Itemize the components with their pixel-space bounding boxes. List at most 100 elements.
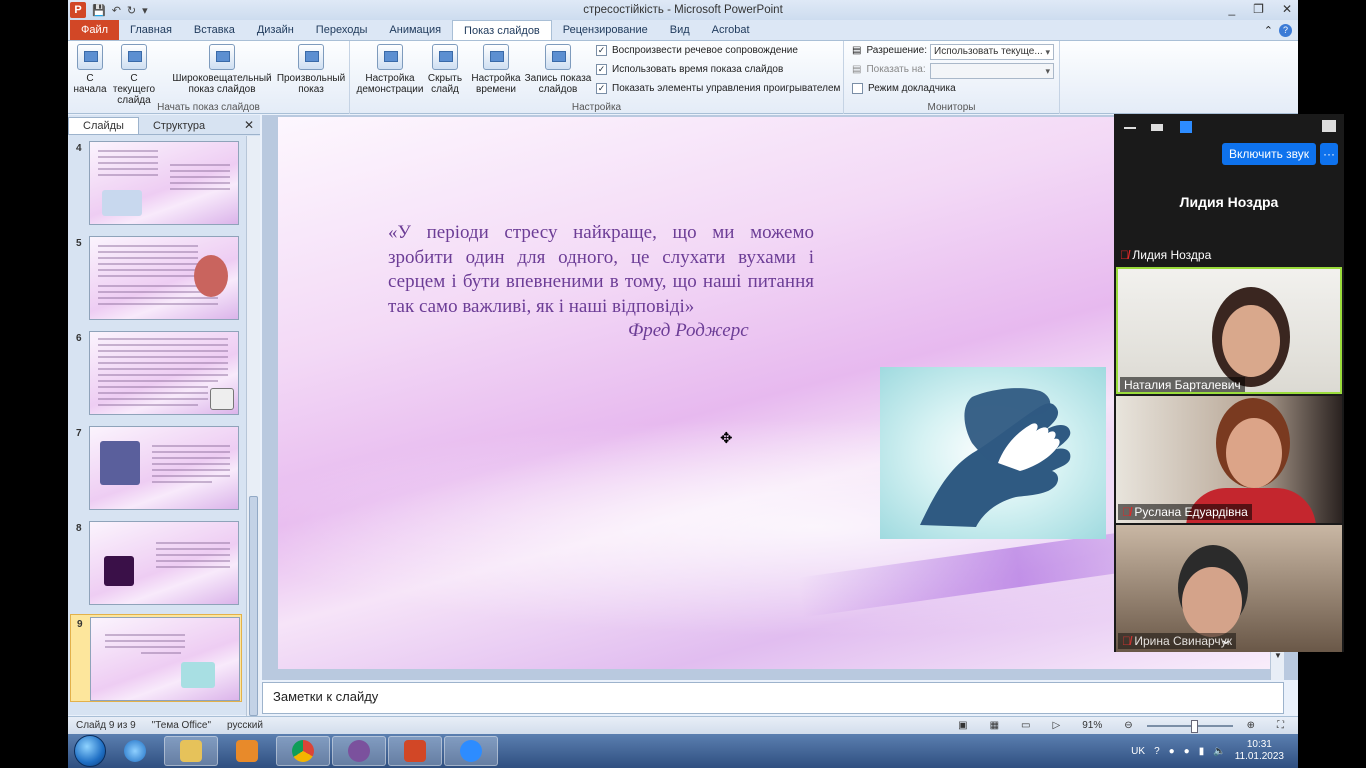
hide-slide-button[interactable]: Скрыть слайд <box>424 44 466 95</box>
minimize-button[interactable]: _ <box>1228 2 1235 16</box>
custom-show-button[interactable]: Произвольный показ <box>276 44 346 95</box>
taskbar-zoom[interactable] <box>444 736 498 766</box>
slide-counter: Слайд 9 из 9 <box>76 720 136 731</box>
scroll-down-icon[interactable]: ▼ <box>1274 651 1282 660</box>
powerpoint-logo-icon[interactable]: P <box>70 2 86 18</box>
quote-author[interactable]: Фред Роджерс <box>628 320 749 342</box>
minimize-icon[interactable] <box>1124 127 1136 129</box>
help-icon[interactable]: ? <box>1279 23 1292 37</box>
show-on-select[interactable] <box>930 63 1054 79</box>
thumbnail-image <box>89 141 239 225</box>
undo-icon[interactable]: ↶ <box>112 4 121 17</box>
slide-sorter-icon[interactable]: ▦ <box>982 720 1007 731</box>
maximize-button[interactable]: ❐ <box>1253 2 1264 16</box>
tab-file[interactable]: Файл <box>70 20 120 40</box>
group-start-show: С начала С текущего слайда Широковещател… <box>68 41 350 114</box>
zoom-slider[interactable] <box>1146 719 1233 733</box>
slides-pane: Слайды Структура ✕ 4 5 6 7 8 9 <box>68 115 260 716</box>
rehearse-timings-button[interactable]: Настройка времени <box>468 44 524 95</box>
reading-view-icon[interactable]: ▭ <box>1013 720 1038 731</box>
taskbar-powerpoint[interactable] <box>388 736 442 766</box>
theme-name[interactable]: "Тема Office" <box>144 720 219 731</box>
collapse-ribbon-icon[interactable]: ⌃ <box>1264 24 1273 37</box>
record-show-button[interactable]: Запись показа слайдов <box>524 44 592 95</box>
start-button[interactable] <box>74 735 106 767</box>
zoom-in-icon[interactable]: ⊕ <box>1239 720 1263 731</box>
pane-tabs: Слайды Структура ✕ <box>68 115 260 135</box>
video-tile-ruslana[interactable]: 🎙̸ Руслана Едуардівна <box>1116 396 1342 523</box>
chrome-icon <box>292 740 314 762</box>
unmute-audio-button[interactable]: Включить звук <box>1222 143 1316 165</box>
slide-thumbnail-4[interactable]: 4 <box>70 139 242 227</box>
volume-icon[interactable]: 🔈 <box>1213 746 1225 757</box>
customize-qat-icon[interactable]: ▾ <box>142 4 148 17</box>
tab-view[interactable]: Вид <box>659 20 701 40</box>
close-button[interactable]: ✕ <box>1282 2 1292 16</box>
layout-icon[interactable] <box>1180 121 1192 133</box>
tab-acrobat[interactable]: Acrobat <box>701 20 761 40</box>
slide-thumbnail-6[interactable]: 6 <box>70 329 242 417</box>
notes-pane[interactable]: Заметки к слайду <box>262 682 1284 714</box>
zoom-tray-icon[interactable]: ● <box>1184 746 1190 757</box>
tab-slides[interactable]: Слайды <box>68 117 139 134</box>
taskbar-chrome[interactable] <box>276 736 330 766</box>
media-controls-checkbox[interactable]: ✓ Показать элементы управления проигрыва… <box>596 83 840 94</box>
thumbnail-image <box>89 426 239 510</box>
helping-hands-image[interactable] <box>880 367 1106 539</box>
close-pane-icon[interactable]: ✕ <box>244 118 254 132</box>
broadcast-button[interactable]: Широковещательный показ слайдов <box>170 44 274 95</box>
tab-slideshow[interactable]: Показ слайдов <box>452 20 552 40</box>
scrollbar-thumb[interactable] <box>249 496 258 716</box>
network-icon[interactable]: ▮ <box>1199 746 1205 757</box>
slide-thumbnail-8[interactable]: 8 <box>70 519 242 607</box>
resolution-select[interactable]: Использовать текуще... <box>930 44 1054 60</box>
setup-show-button[interactable]: Настройка демонстрации <box>354 44 426 95</box>
taskbar-internet-explorer[interactable] <box>108 736 162 766</box>
slide-thumbnail-7[interactable]: 7 <box>70 424 242 512</box>
internet-explorer-icon <box>124 740 146 762</box>
slide-thumbnail-9[interactable]: 9 <box>70 614 242 702</box>
save-icon[interactable]: 💾 <box>92 4 106 17</box>
collapse-chevron-icon[interactable]: ⌄ <box>1220 631 1232 648</box>
language-indicator[interactable]: русский <box>219 720 271 731</box>
normal-view-icon[interactable]: ▣ <box>950 720 975 731</box>
from-beginning-button[interactable]: С начала <box>70 44 110 95</box>
fullscreen-icon[interactable] <box>1322 120 1336 132</box>
window-controls: _ ❐ ✕ <box>1228 2 1292 16</box>
tab-outline[interactable]: Структура <box>139 118 219 134</box>
taskbar-explorer[interactable] <box>164 736 218 766</box>
presenter-view-checkbox[interactable]: Режим докладчика <box>852 83 956 94</box>
tab-design[interactable]: Дизайн <box>246 20 305 40</box>
thumbnail-scrollbar[interactable] <box>246 136 260 716</box>
help-tray-icon[interactable]: ? <box>1154 746 1160 757</box>
thumbnail-list: 4 5 6 7 8 9 <box>68 136 244 716</box>
viber-tray-icon[interactable]: ● <box>1169 746 1175 757</box>
slideshow-view-icon[interactable]: ▷ <box>1045 720 1069 731</box>
tab-review[interactable]: Рецензирование <box>552 20 659 40</box>
fit-slide-icon[interactable]: ⛶ <box>1269 720 1292 731</box>
use-timings-checkbox[interactable]: ✓ Использовать время показа слайдов <box>596 64 783 75</box>
redo-icon[interactable]: ↻ <box>127 4 136 17</box>
taskbar-media-player[interactable] <box>220 736 274 766</box>
quote-text[interactable]: «У періоди стресу найкраще, що ми можемо… <box>388 221 814 319</box>
participant-label-2: Наталия Барталевич <box>1120 377 1245 392</box>
zoom-out-icon[interactable]: ⊖ <box>1116 720 1140 731</box>
tab-animation[interactable]: Анимация <box>378 20 452 40</box>
zoom-level[interactable]: 91% <box>1074 720 1110 731</box>
taskbar-viber[interactable] <box>332 736 386 766</box>
video-tile-natalia[interactable]: Наталия Барталевич <box>1116 267 1342 394</box>
slide-thumbnail-5[interactable]: 5 <box>70 234 242 322</box>
narration-checkbox[interactable]: ✓ Воспроизвести речевое сопровождение <box>596 45 798 56</box>
play-from-start-icon <box>77 44 103 70</box>
input-language[interactable]: UK <box>1131 746 1145 757</box>
video-tile-iryna[interactable]: 🎙̸ Ирина Свинарчук ⌄ <box>1116 525 1342 652</box>
clock[interactable]: 10:31 11.01.2023 <box>1235 739 1284 763</box>
screen-border-left <box>0 0 68 768</box>
tab-transitions[interactable]: Переходы <box>305 20 379 40</box>
window-icon[interactable] <box>1151 124 1163 131</box>
tab-home[interactable]: Главная <box>119 20 183 40</box>
tab-insert[interactable]: Вставка <box>183 20 246 40</box>
from-current-button[interactable]: С текущего слайда <box>108 44 160 106</box>
more-options-button[interactable]: ··· <box>1320 143 1338 165</box>
muted-mic-icon: 🎙̸ <box>1122 634 1131 648</box>
